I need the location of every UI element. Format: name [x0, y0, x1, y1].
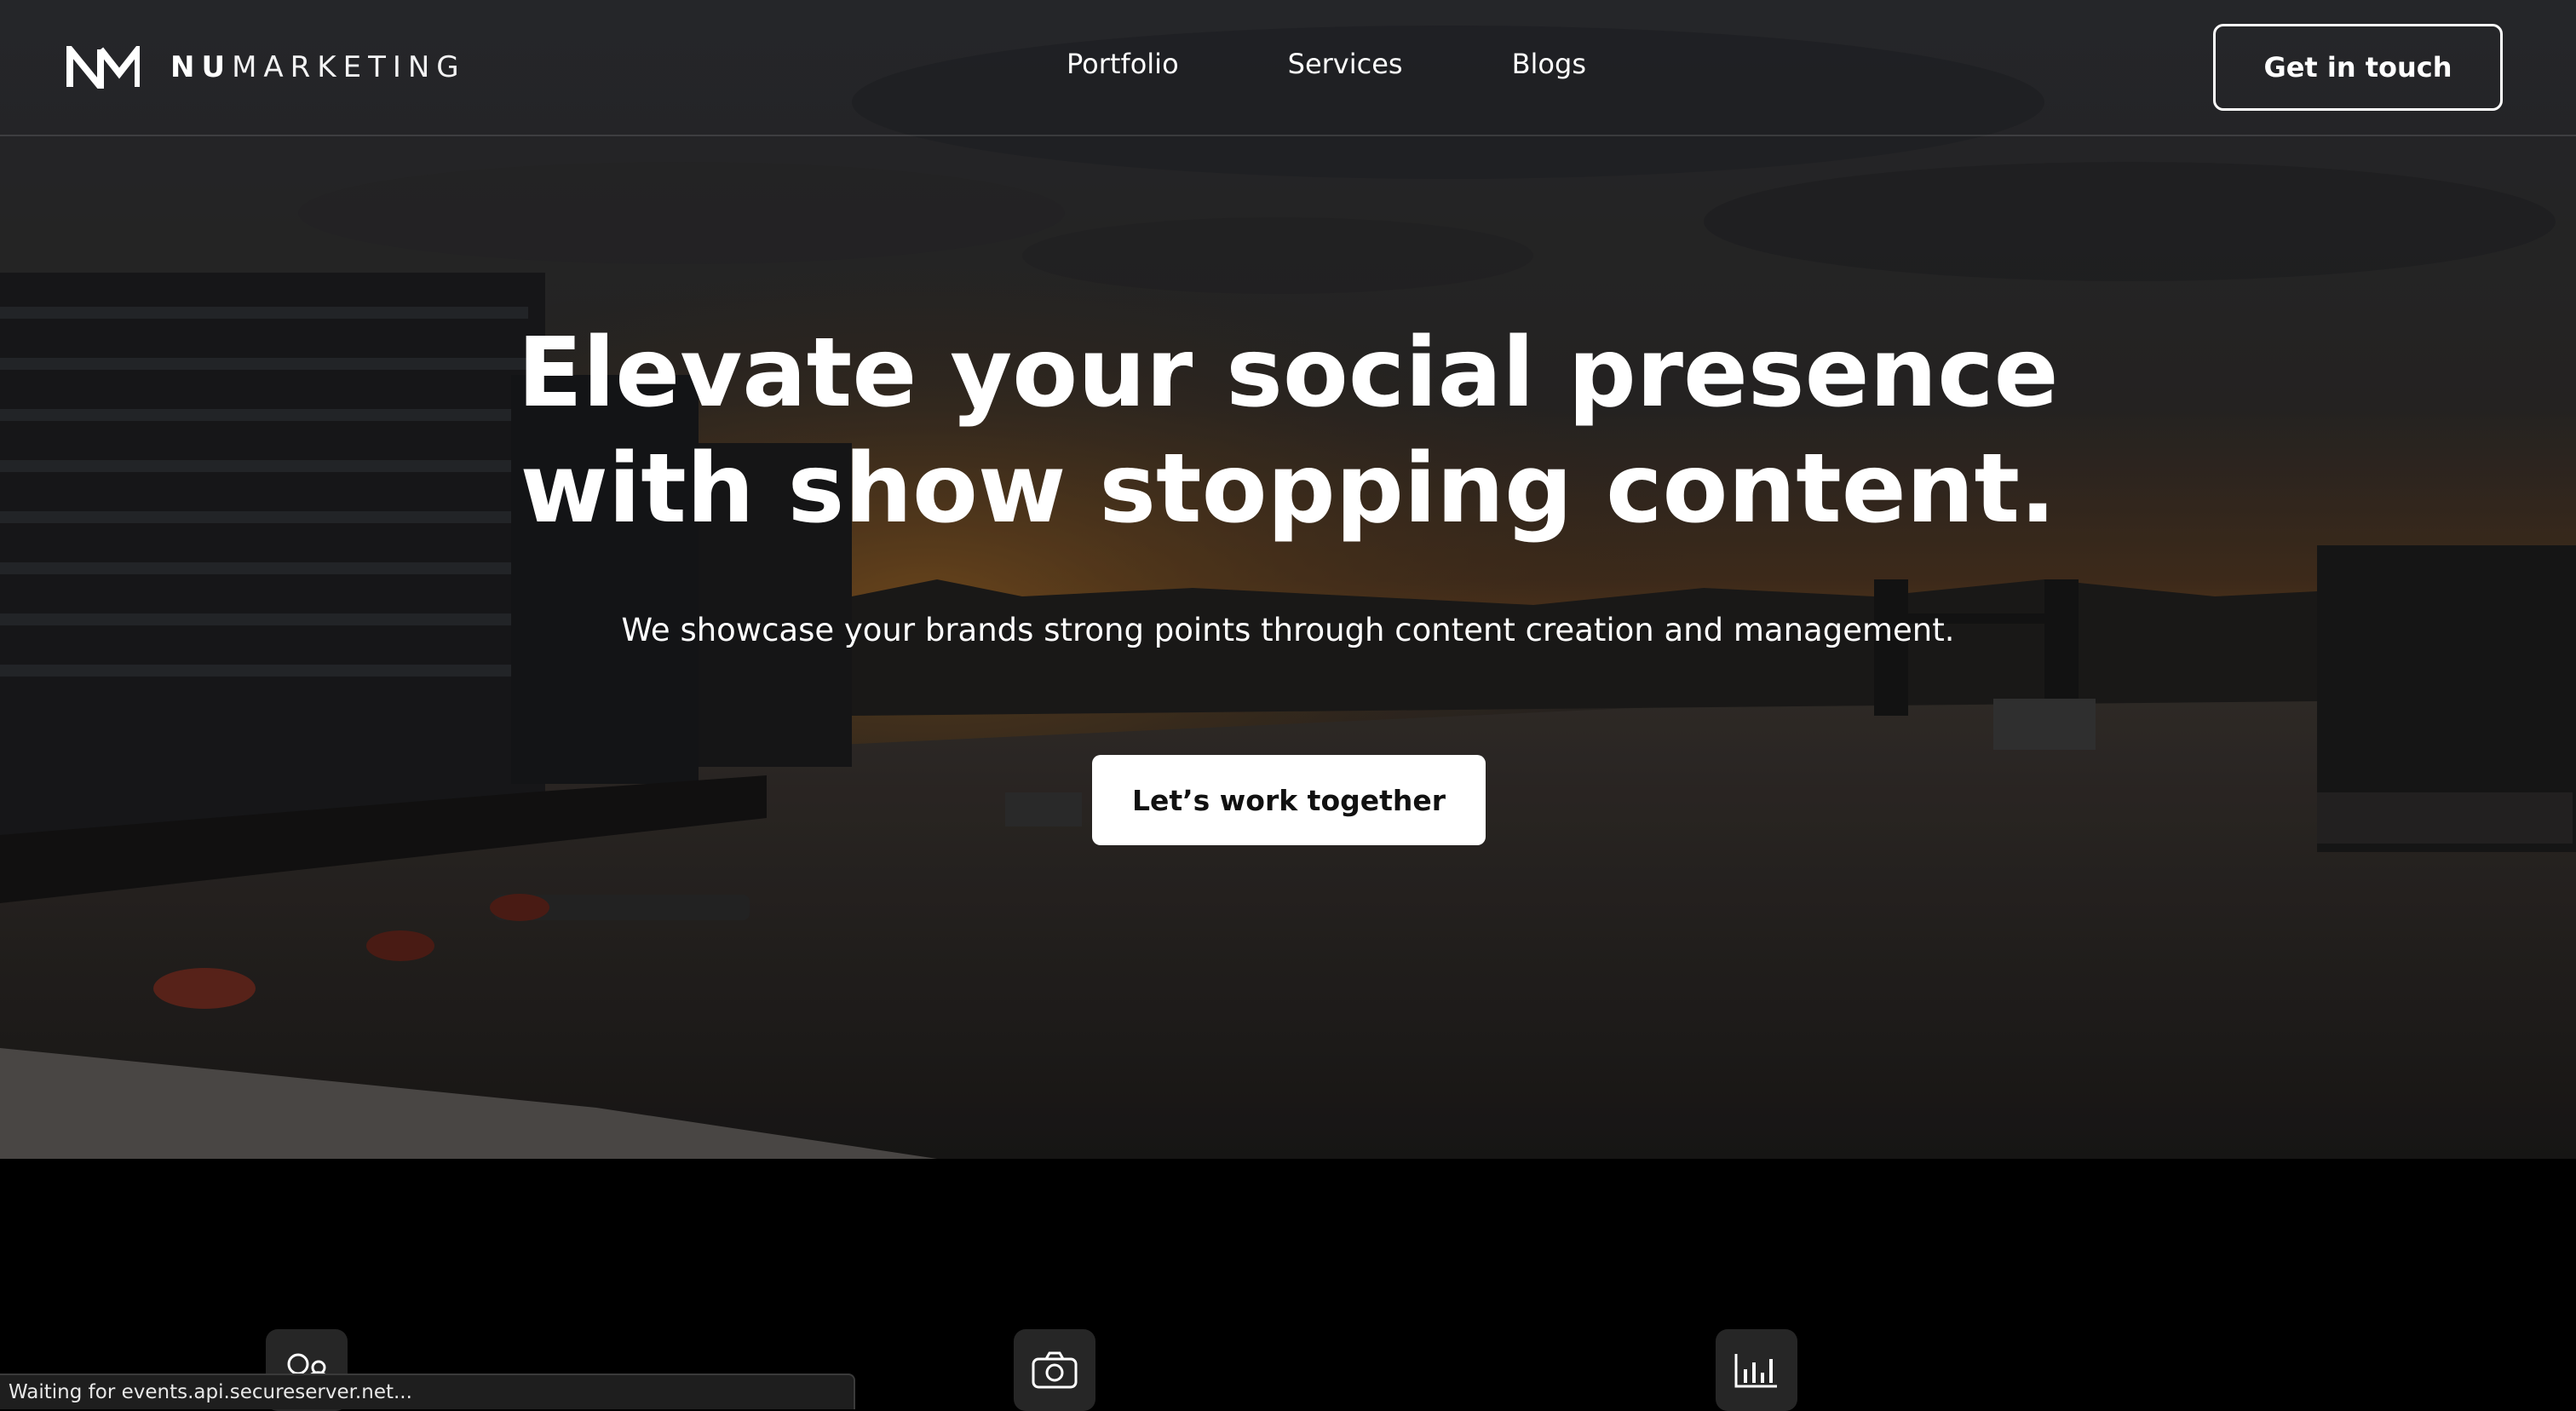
hero-headline-line1: Elevate your social presence: [517, 318, 2059, 429]
features-section: [0, 1159, 2576, 1411]
browser-status-bar: Waiting for events.api.secureserver.net.…: [0, 1374, 855, 1409]
feature-icon-tile-2: [1014, 1329, 1095, 1411]
nav-link-services[interactable]: Services: [1288, 48, 1403, 80]
hero-section: [0, 0, 2576, 1159]
brand-wordmark: NUMARKETING: [170, 50, 466, 84]
brand-name-bold: NU: [170, 50, 233, 84]
get-in-touch-button[interactable]: Get in touch: [2213, 24, 2503, 111]
hero-headline: Elevate your social presence with show s…: [0, 315, 2576, 547]
camera-icon: [1032, 1351, 1078, 1389]
nav-link-portfolio[interactable]: Portfolio: [1067, 48, 1179, 80]
hero-headline-line2: with show stopping content.: [520, 434, 2056, 544]
brand-name-light: MARKETING: [232, 50, 466, 84]
main-nav: Portfolio Services Blogs: [1067, 48, 1695, 80]
hero-dim-overlay: [0, 0, 2576, 1159]
nav-link-blogs[interactable]: Blogs: [1512, 48, 1586, 80]
feature-icon-tile-3: [1716, 1329, 1797, 1411]
top-navbar: NUMARKETING Portfolio Services Blogs Get…: [0, 0, 2576, 136]
nm-monogram-icon: [66, 46, 140, 89]
lets-work-together-button[interactable]: Let’s work together: [1092, 755, 1486, 845]
bar-chart-icon: [1734, 1354, 1777, 1388]
brand-logo[interactable]: NUMARKETING: [66, 46, 466, 89]
hero-subheadline: We showcase your brands strong points th…: [621, 612, 1955, 648]
